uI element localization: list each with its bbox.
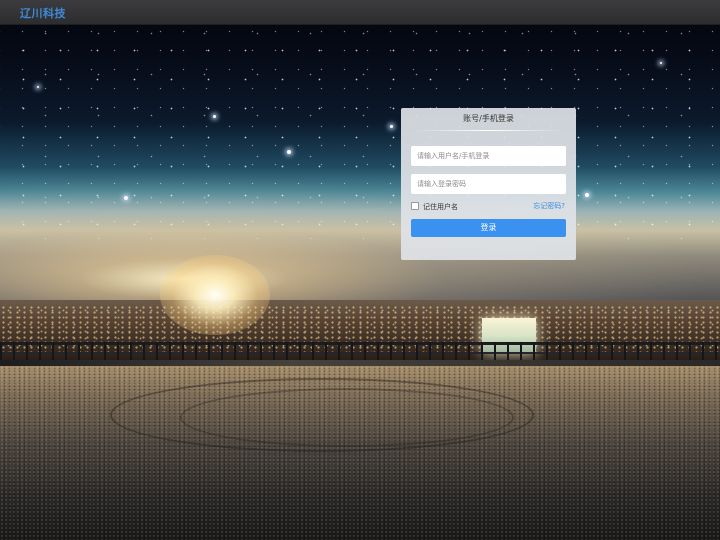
remember-checkbox[interactable] xyxy=(411,202,419,210)
top-bar: 辽川科技 xyxy=(0,0,720,25)
title-divider xyxy=(411,130,566,131)
username-input[interactable] xyxy=(411,146,566,166)
remember-label[interactable]: 记住用户名 xyxy=(423,202,458,212)
background-image xyxy=(0,0,720,540)
password-input[interactable] xyxy=(411,174,566,194)
login-title: 账号/手机登录 xyxy=(463,114,514,123)
login-panel: 账号/手机登录 记住用户名 忘记密码? 登录 xyxy=(401,108,576,260)
login-button[interactable]: 登录 xyxy=(411,219,566,237)
forgot-password-link[interactable]: 忘记密码? xyxy=(533,201,565,211)
remember-row: 记住用户名 忘记密码? xyxy=(411,201,566,213)
login-page: 辽川科技 账号/手机登录 记住用户名 忘记密码? 登录 xyxy=(0,0,720,540)
brand-logo: 辽川科技 xyxy=(20,7,66,20)
